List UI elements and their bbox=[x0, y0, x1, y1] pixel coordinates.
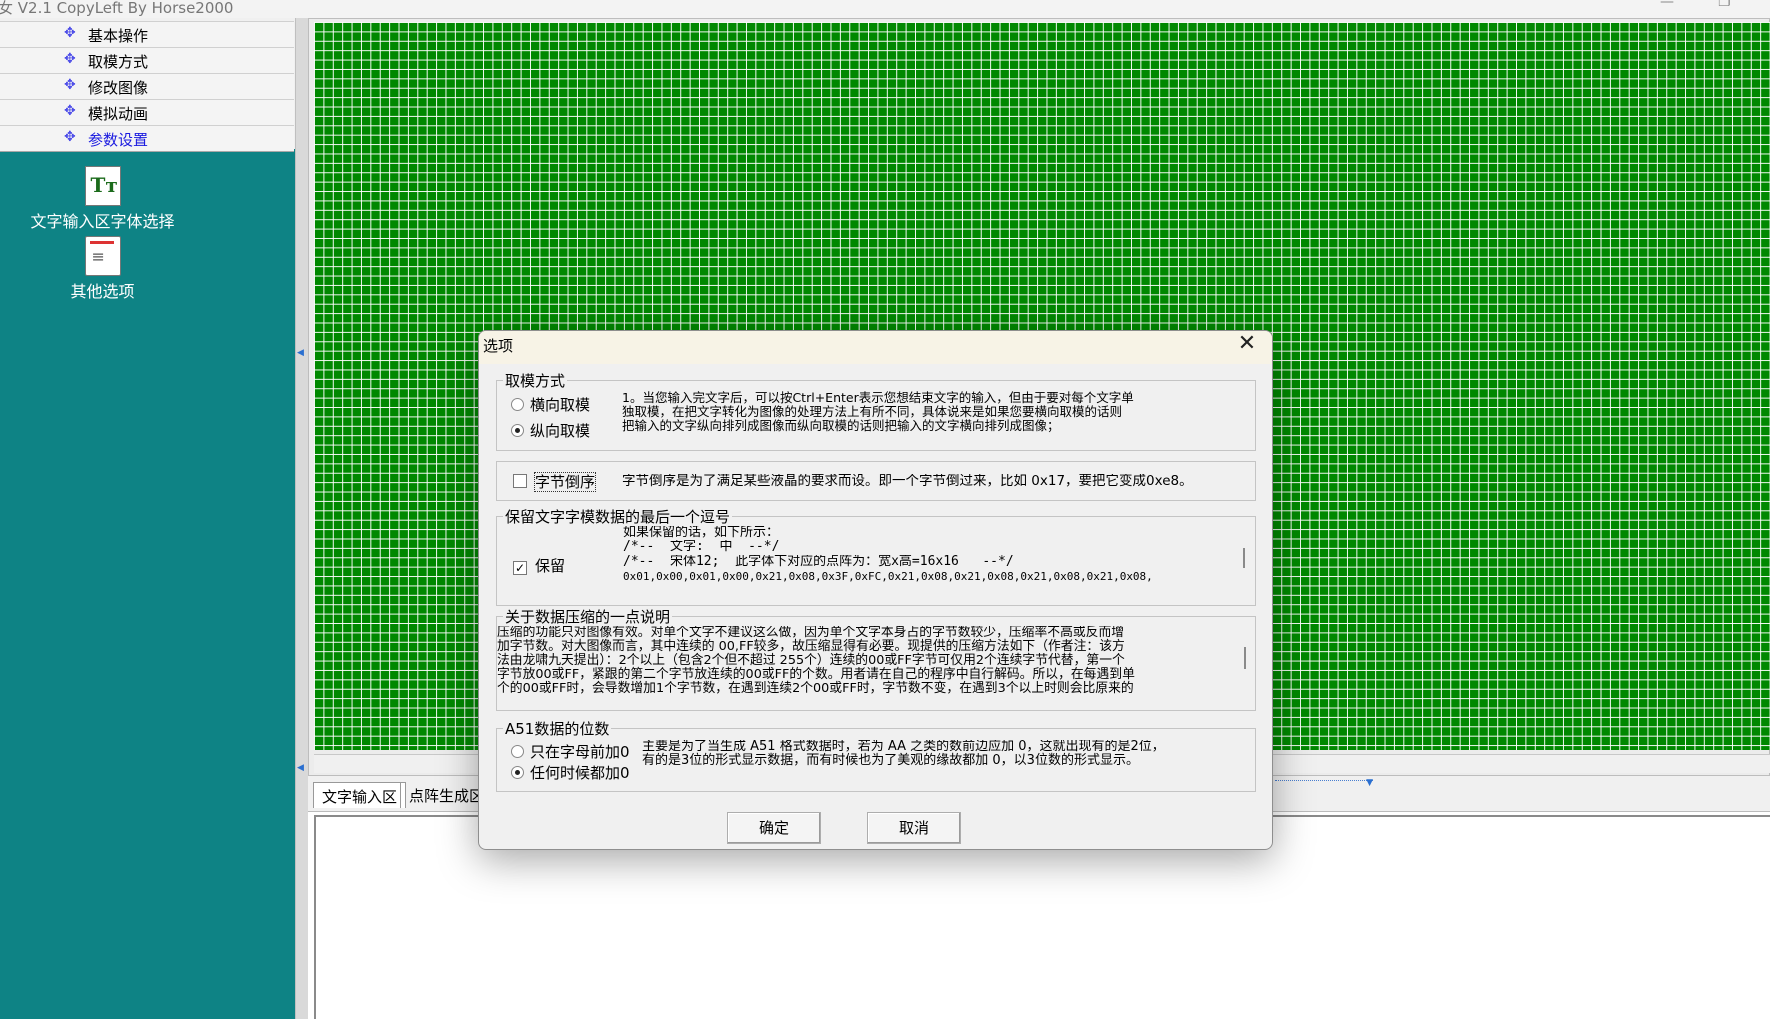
compress-legend: 关于数据压缩的一点说明 bbox=[503, 606, 673, 627]
a51-groupbox: A51数据的位数 只在字母前加0 任何时候都加0 主要是为了当生成 A51 格式… bbox=[496, 718, 1256, 792]
bullet-icon: ✥ bbox=[64, 129, 76, 145]
comma-groupbox: 保留文字字模数据的最后一个逗号 ✓ 保留 如果保留的话，如下所示： /*-- 文字… bbox=[496, 506, 1256, 606]
radio-label: 纵向取模 bbox=[530, 422, 591, 440]
keep-comma-checkbox[interactable]: ✓ 保留 bbox=[513, 555, 565, 576]
checkbox-indicator bbox=[513, 474, 527, 488]
tool-other-options[interactable]: ≡ 其他选项 bbox=[30, 236, 175, 302]
radio-indicator bbox=[511, 398, 524, 411]
radio-label: 只在字母前加0 bbox=[530, 743, 630, 761]
checkbox-label: 保留 bbox=[535, 557, 566, 575]
radio-label: 任何时候都加0 bbox=[530, 764, 630, 782]
sidebar-item-mode[interactable]: ✥ 取模方式 bbox=[0, 47, 294, 74]
checkbox-indicator: ✓ bbox=[513, 561, 527, 575]
document-lines: ≡ bbox=[91, 247, 105, 266]
sidebar-item-label: 修改图像 bbox=[88, 79, 149, 97]
minimize-button[interactable]: — bbox=[1660, 0, 1674, 10]
font-tt-icon: Tт bbox=[84, 166, 121, 206]
mode-description: 1。当您输入完文字后，可以按Ctrl+Enter表示您想结束文字的输入，但由于要… bbox=[622, 391, 1134, 433]
document-red-header bbox=[89, 241, 114, 244]
window-title: 女 V2.1 CopyLeft By Horse2000 bbox=[0, 0, 234, 17]
sidebar-menu: ✥ 基本操作 ✥ 取模方式 ✥ 修改图像 ✥ 模拟动画 ✥ 参数设置 bbox=[0, 18, 295, 152]
comma-desc-line: 0x01,0x00,0x01,0x00,0x21,0x08,0x3F,0xFC,… bbox=[623, 570, 1153, 583]
sidebar-item-settings[interactable]: ✥ 参数设置 bbox=[0, 125, 294, 152]
ok-button[interactable]: 确定 bbox=[727, 812, 821, 844]
tool-font-select[interactable]: Tт 文字输入区字体选择 bbox=[30, 166, 175, 232]
radio-indicator bbox=[511, 766, 524, 779]
sidebar-item-animation[interactable]: ✥ 模拟动画 bbox=[0, 99, 294, 126]
radio-indicator bbox=[511, 745, 524, 758]
compress-groupbox: 关于数据压缩的一点说明 压缩的功能只对图像有效。对单个文字不建议这么做，因为单个… bbox=[496, 606, 1256, 711]
radio-label: 横向取模 bbox=[530, 396, 591, 414]
chevron-down-icon[interactable]: ▼ bbox=[1366, 778, 1373, 788]
window-titlebar: 女 V2.1 CopyLeft By Horse2000 — ❐ bbox=[0, 0, 1770, 18]
bullet-icon: ✥ bbox=[64, 25, 76, 41]
radio-letters-only[interactable]: 只在字母前加0 bbox=[511, 741, 630, 762]
dialog-titlebar: 选项 ✕ bbox=[479, 331, 1272, 364]
tool-label: 文字输入区字体选择 bbox=[30, 212, 175, 231]
byte-reverse-description: 字节倒序是为了满足某些液晶的要求而设。即一个字节倒过来，比如 0x17，要把它变… bbox=[622, 474, 1193, 489]
tool-label: 其他选项 bbox=[70, 282, 135, 301]
bullet-icon: ✥ bbox=[64, 103, 76, 119]
comma-desc-line: /*-- 宋体12; 此字体下对应的点阵为：宽x高=16x16 --*/ bbox=[623, 555, 1014, 569]
scrollbar-thumb[interactable] bbox=[1243, 548, 1245, 568]
dialog-title: 选项 bbox=[483, 337, 514, 355]
restore-button[interactable]: ❐ bbox=[1718, 0, 1731, 10]
options-dialog: 选项 ✕ 取模方式 横向取模 纵向取模 1。当您输入完文字后，可以按Ctrl+E… bbox=[478, 330, 1273, 850]
mode-legend: 取模方式 bbox=[503, 370, 568, 391]
a51-legend: A51数据的位数 bbox=[503, 718, 612, 739]
left-panel: ✥ 基本操作 ✥ 取模方式 ✥ 修改图像 ✥ 模拟动画 ✥ 参数设置 Tт 文字… bbox=[0, 18, 295, 1019]
scrollbar-thumb[interactable] bbox=[1244, 647, 1246, 669]
compress-description: 压缩的功能只对图像有效。对单个文字不建议这么做，因为单个文字本身占的字节数较少，… bbox=[497, 626, 1135, 696]
sidebar-item-edit-image[interactable]: ✥ 修改图像 bbox=[0, 73, 294, 100]
radio-horizontal[interactable]: 横向取模 bbox=[511, 394, 590, 415]
radio-indicator bbox=[511, 424, 524, 437]
mode-groupbox: 取模方式 横向取模 纵向取模 1。当您输入完文字后，可以按Ctrl+Enter表… bbox=[496, 370, 1256, 451]
checkbox-label: 字节倒序 bbox=[533, 472, 597, 492]
font-glyph: Tт bbox=[90, 173, 118, 197]
bullet-icon: ✥ bbox=[64, 51, 76, 67]
sidebar-item-basic-ops[interactable]: ✥ 基本操作 bbox=[0, 21, 294, 48]
bullet-icon: ✥ bbox=[64, 77, 76, 93]
sidebar-item-label: 取模方式 bbox=[88, 53, 149, 71]
sidebar-item-label: 基本操作 bbox=[88, 27, 149, 45]
collapse-arrow-icon[interactable]: ◀ bbox=[297, 763, 304, 773]
a51-description: 主要是为了当生成 A51 格式数据时，若为 AA 之类的数前边应加 0，这就出现… bbox=[642, 740, 1165, 768]
tab-text-input[interactable]: 文字输入区 bbox=[313, 782, 407, 808]
byte-reverse-checkbox[interactable]: 字节倒序 bbox=[513, 471, 597, 492]
sidebar-item-label: 模拟动画 bbox=[88, 105, 149, 123]
sidebar-item-label: 参数设置 bbox=[88, 131, 149, 149]
cancel-button[interactable]: 取消 bbox=[867, 812, 961, 844]
comma-desc-line: /*-- 文字: 中 --*/ bbox=[623, 540, 780, 554]
close-icon[interactable]: ✕ bbox=[1234, 331, 1260, 356]
collapse-arrow-icon[interactable]: ◀ bbox=[297, 348, 304, 358]
document-icon: ≡ bbox=[84, 236, 121, 276]
comma-legend: 保留文字字模数据的最后一个逗号 bbox=[503, 506, 733, 527]
dropdown-line[interactable]: ▼ bbox=[1275, 778, 1373, 788]
radio-vertical[interactable]: 纵向取模 bbox=[511, 420, 590, 441]
radio-always[interactable]: 任何时候都加0 bbox=[511, 762, 630, 783]
byte-reverse-box: 字节倒序 字节倒序是为了满足某些液晶的要求而设。即一个字节倒过来，比如 0x17… bbox=[496, 461, 1256, 501]
panel-splitter[interactable]: ◀ ◀ bbox=[295, 18, 308, 1019]
